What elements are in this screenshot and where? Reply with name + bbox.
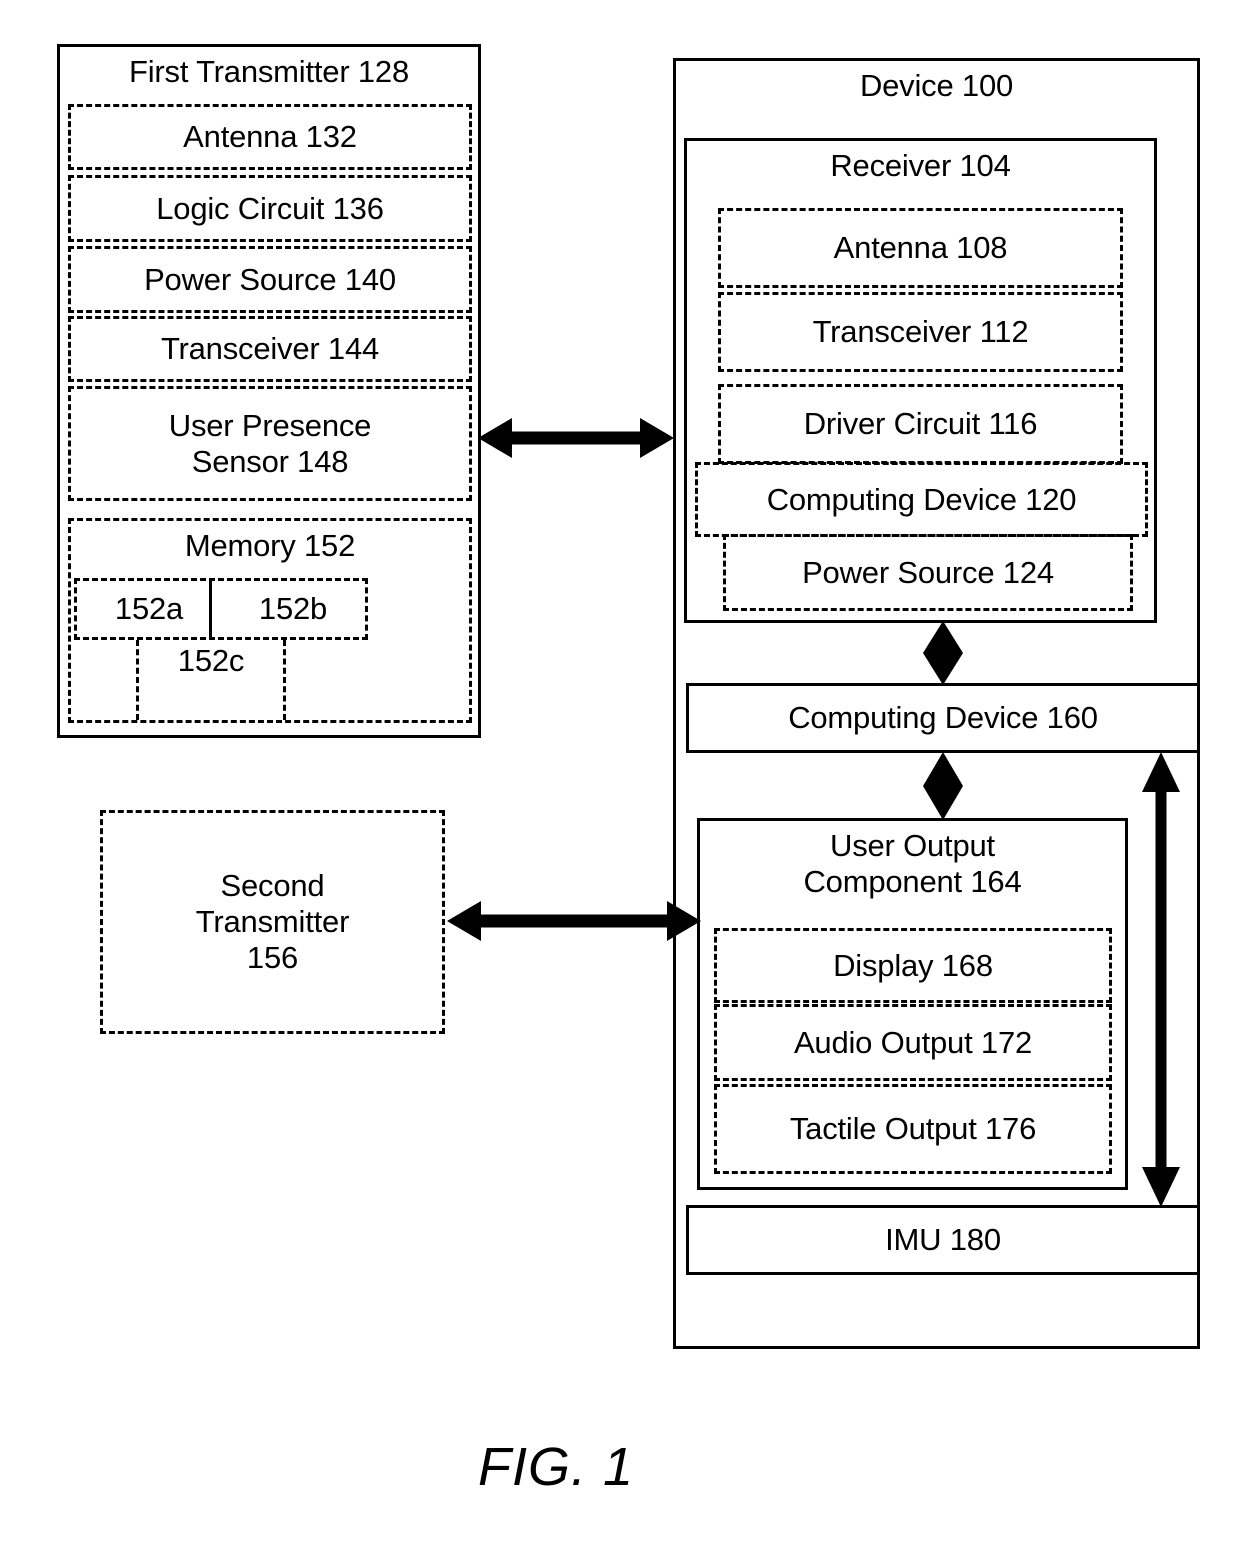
second-transmitter-label: Second Transmitter 156 xyxy=(195,868,350,975)
imu-180-box: IMU 180 xyxy=(686,1205,1200,1275)
arrow-computing-device-160-to-imu xyxy=(1142,752,1180,1207)
power-source-140-box: Power Source 140 xyxy=(68,246,472,313)
driver-circuit-116-box: Driver Circuit 116 xyxy=(718,384,1123,464)
transceiver-112-box: Transceiver 112 xyxy=(718,292,1123,372)
display-168-box: Display 168 xyxy=(714,928,1112,1003)
arrow-receiver-to-computing-device-160 xyxy=(923,621,963,685)
imu-180-label: IMU 180 xyxy=(885,1222,1001,1258)
computing-device-160-box: Computing Device 160 xyxy=(686,683,1200,753)
computing-device-120-label: Computing Device 120 xyxy=(766,481,1077,517)
computing-device-160-label: Computing Device 160 xyxy=(788,700,1098,736)
transceiver-144-box: Transceiver 144 xyxy=(68,316,472,382)
display-168-label: Display 168 xyxy=(833,947,993,983)
power-source-124-label: Power Source 124 xyxy=(802,554,1054,590)
device-100-title: Device 100 xyxy=(859,68,1014,103)
user-output-component-164-title: User Output Component 164 xyxy=(803,828,1022,899)
arrow-first-transmitter-to-device xyxy=(478,418,674,458)
antenna-108-label: Antenna 108 xyxy=(833,230,1008,266)
receiver-104-title: Receiver 104 xyxy=(830,148,1011,183)
memory-152c-label: 152c xyxy=(177,643,245,678)
antenna-132-box: Antenna 132 xyxy=(68,104,472,170)
tactile-output-176-label: Tactile Output 176 xyxy=(789,1111,1037,1147)
transceiver-112-label: Transceiver 112 xyxy=(812,314,1029,350)
memory-152a-label: 152a xyxy=(114,591,184,627)
figure-caption: FIG. 1 xyxy=(478,1437,635,1497)
transceiver-144-label: Transceiver 144 xyxy=(160,331,380,367)
arrow-computing-device-160-to-user-output xyxy=(923,752,963,820)
audio-output-172-box: Audio Output 172 xyxy=(714,1004,1112,1081)
memory-ab-divider xyxy=(209,578,212,640)
memory-partition-ab-box: 152a 152b xyxy=(74,578,368,640)
power-source-124-box: Power Source 124 xyxy=(723,534,1133,611)
memory-152c-box: 152c xyxy=(136,640,286,720)
user-presence-sensor-148-label: User Presence Sensor 148 xyxy=(168,407,372,479)
antenna-132-label: Antenna 132 xyxy=(183,119,357,155)
second-transmitter-box: Second Transmitter 156 xyxy=(100,810,445,1034)
first-transmitter-title: First Transmitter 128 xyxy=(128,54,410,89)
logic-circuit-136-label: Logic Circuit 136 xyxy=(156,190,384,226)
driver-circuit-116-label: Driver Circuit 116 xyxy=(803,406,1038,442)
computing-device-120-box: Computing Device 120 xyxy=(695,462,1148,537)
memory-152b-label: 152b xyxy=(258,591,328,627)
antenna-108-box: Antenna 108 xyxy=(718,208,1123,288)
power-source-140-label: Power Source 140 xyxy=(144,261,396,297)
arrow-second-transmitter-to-user-output xyxy=(447,901,701,941)
tactile-output-176-box: Tactile Output 176 xyxy=(714,1084,1112,1174)
audio-output-172-label: Audio Output 172 xyxy=(793,1024,1033,1060)
patent-figure: First Transmitter 128 Antenna 132 Logic … xyxy=(0,0,1240,1542)
memory-152-title: Memory 152 xyxy=(184,528,356,563)
user-presence-sensor-148-box: User Presence Sensor 148 xyxy=(68,386,472,501)
logic-circuit-136-box: Logic Circuit 136 xyxy=(68,175,472,242)
